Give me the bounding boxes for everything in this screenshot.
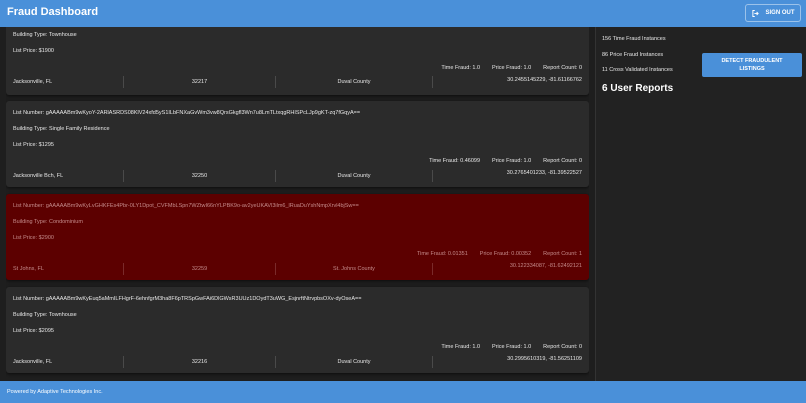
listing-fraud-stats: Time Fraud: 0.46099 Price Fraud: 1.0 Rep…	[429, 158, 582, 164]
price-fraud-score: Price Fraud: 1.0	[492, 65, 532, 71]
listing-building-type: Building Type: Townhouse	[13, 312, 77, 318]
listing-city: Jacksonville Bch, FL	[6, 170, 124, 182]
listing-address-row: Jacksonville, FL 32217 Duval County	[6, 76, 589, 88]
listing-zip: 32250	[124, 170, 276, 182]
listing-price: List Price: $1295	[13, 142, 54, 148]
time-fraud-score: Time Fraud: 1.0	[441, 344, 481, 350]
listing-zip: 32217	[124, 76, 276, 88]
sign-out-label: SIGN OUT	[765, 10, 795, 16]
listing-number: List Number: gAAAAABm9wKyLvGHKFEs4Pbr-0L…	[13, 203, 359, 209]
price-fraud-score: Price Fraud: 0.00352	[479, 251, 532, 257]
listing-building-type: Building Type: Condominium	[13, 219, 83, 225]
summary-sidebar: 156 Time Fraud Instances 86 Price Fraud …	[595, 27, 806, 381]
listing-zip: 32216	[124, 356, 276, 368]
listing-price: List Price: $2095	[13, 328, 54, 334]
app-title: Fraud Dashboard	[7, 6, 99, 18]
price-fraud-score: Price Fraud: 1.0	[492, 344, 532, 350]
listings-list[interactable]: Building Type: Townhouse List Price: $19…	[6, 27, 589, 381]
listing-city: St Johns, FL	[6, 263, 124, 275]
listing-address-row: St Johns, FL 32259 St. Johns County	[6, 263, 589, 275]
listing-fraud-stats: Time Fraud: 0.01351 Price Fraud: 0.00352…	[417, 251, 582, 257]
report-count: Report Count: 1	[543, 251, 582, 257]
time-fraud-instances: 156 Time Fraud Instances	[602, 36, 666, 42]
listing-building-type: Building Type: Single Family Residence	[13, 126, 110, 132]
footer-text: Powered by Adaptive Technologies Inc.	[7, 389, 103, 395]
listing-fraud-stats: Time Fraud: 1.0 Price Fraud: 1.0 Report …	[441, 65, 582, 71]
report-count: Report Count: 0	[543, 344, 582, 350]
sign-out-button[interactable]: SIGN OUT	[745, 4, 801, 22]
report-count: Report Count: 0	[543, 65, 582, 71]
report-count: Report Count: 0	[543, 158, 582, 164]
listing-county: St. Johns County	[276, 263, 433, 275]
listing-county: Duval County	[276, 356, 433, 368]
listing-number: List Number: gAAAAABm9wKyEuq5aMmILFHgrF-…	[13, 296, 362, 302]
listing-card[interactable]: Building Type: Townhouse List Price: $19…	[6, 27, 589, 95]
time-fraud-score: Time Fraud: 1.0	[441, 65, 481, 71]
listing-county: Duval County	[276, 76, 433, 88]
footer: Powered by Adaptive Technologies Inc.	[0, 381, 806, 403]
listing-number: List Number: gAAAAABm9wKyoY-2ARlASRDS08K…	[13, 110, 361, 116]
listing-card-flagged[interactable]: List Number: gAAAAABm9wKyLvGHKFEs4Pbr-0L…	[6, 194, 589, 280]
listing-fraud-stats: Time Fraud: 1.0 Price Fraud: 1.0 Report …	[441, 344, 582, 350]
listing-card[interactable]: List Number: gAAAAABm9wKyoY-2ARlASRDS08K…	[6, 101, 589, 187]
detect-fraudulent-listings-button[interactable]: DETECT FRAUDULENT LISTINGS	[702, 53, 802, 77]
user-reports-count: 6 User Reports	[602, 83, 674, 94]
time-fraud-score: Time Fraud: 0.01351	[416, 251, 468, 257]
listing-address-row: Jacksonville, FL 32216 Duval County	[6, 356, 589, 368]
listing-city: Jacksonville, FL	[6, 76, 124, 88]
price-fraud-instances: 86 Price Fraud Instances	[602, 52, 664, 58]
listing-price: List Price: $2900	[13, 235, 54, 241]
listing-building-type: Building Type: Townhouse	[13, 32, 77, 38]
listing-city: Jacksonville, FL	[6, 356, 124, 368]
main-content: Building Type: Townhouse List Price: $19…	[0, 27, 806, 381]
time-fraud-score: Time Fraud: 0.46099	[429, 158, 481, 164]
listing-price: List Price: $1900	[13, 48, 54, 54]
listing-card[interactable]: List Number: gAAAAABm9wKyEuq5aMmILFHgrF-…	[6, 287, 589, 373]
cross-validated-instances: 11 Cross Validated Instances	[602, 67, 673, 73]
listing-county: Duval County	[276, 170, 433, 182]
price-fraud-score: Price Fraud: 1.0	[492, 158, 532, 164]
listing-zip: 32259	[124, 263, 276, 275]
listing-address-row: Jacksonville Bch, FL 32250 Duval County	[6, 170, 589, 182]
logout-icon	[752, 9, 760, 17]
app-bar: Fraud Dashboard SIGN OUT	[0, 0, 806, 27]
